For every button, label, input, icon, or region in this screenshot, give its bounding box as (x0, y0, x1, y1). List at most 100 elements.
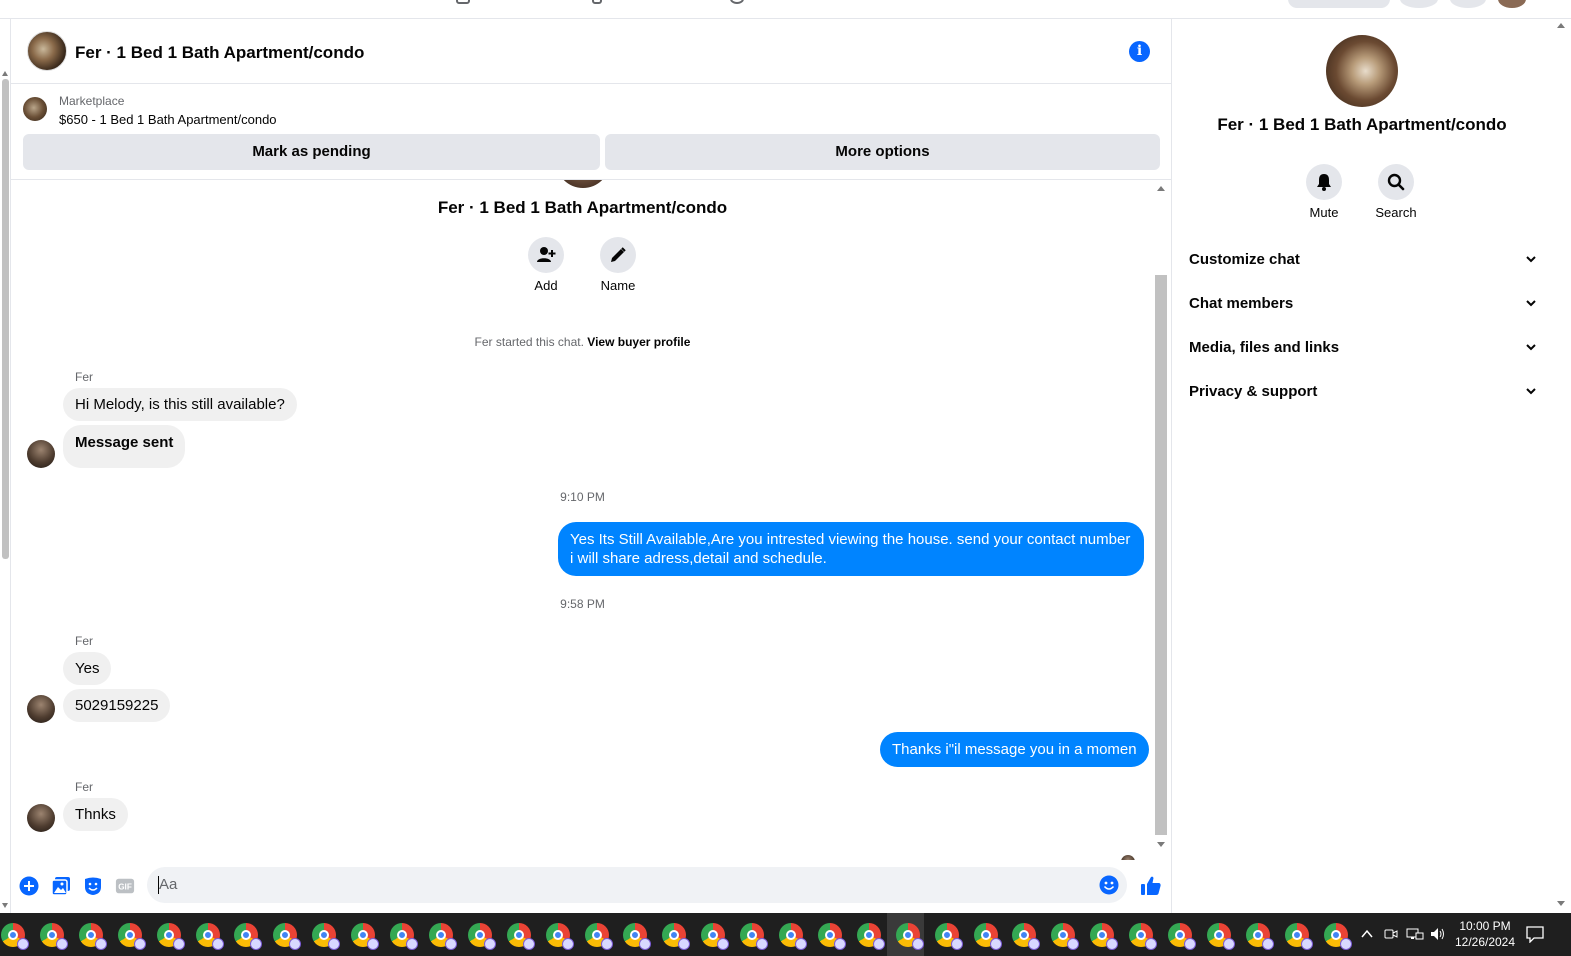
chrome-profile-icon[interactable] (1284, 923, 1313, 950)
profile-badge-icon (444, 938, 457, 950)
chrome-profile-icon[interactable] (701, 923, 730, 950)
plus-circle-icon[interactable] (19, 876, 39, 896)
chrome-profile-icon[interactable] (273, 923, 302, 950)
chrome-profile-icon[interactable] (779, 923, 807, 950)
incoming-message[interactable]: Thnks (63, 798, 128, 831)
home-icon[interactable] (456, 0, 470, 4)
network-icon[interactable] (1406, 927, 1424, 941)
chrome-profile-icon[interactable] (234, 923, 263, 950)
profile-badge-icon (94, 938, 107, 950)
add-person-button[interactable] (528, 237, 564, 273)
section-chat-members[interactable]: Chat members (1189, 289, 1541, 319)
listing-thumbnail[interactable] (23, 97, 47, 121)
section-customize-chat[interactable]: Customize chat (1189, 245, 1541, 275)
section-privacy-support[interactable]: Privacy & support (1189, 377, 1541, 407)
chrome-profile-icon[interactable] (934, 923, 963, 950)
left-scrollbar[interactable] (0, 19, 11, 913)
chrome-profile-icon[interactable] (1090, 923, 1119, 950)
chrome-profile-icon[interactable] (506, 923, 535, 950)
sender-avatar[interactable] (27, 695, 55, 723)
menu-icon[interactable] (1400, 0, 1438, 8)
info-icon[interactable]: i (1129, 41, 1150, 62)
chevron-up-icon[interactable] (1361, 929, 1373, 939)
scroll-thumb[interactable] (1155, 275, 1167, 835)
section-media-files-links[interactable]: Media, files and links (1189, 333, 1541, 363)
profile-badge-icon (1028, 938, 1041, 950)
incoming-message[interactable]: Hi Melody, is this still available? (63, 388, 297, 421)
incoming-message[interactable]: Yes (63, 652, 112, 685)
meet-now-icon[interactable] (1384, 927, 1398, 941)
scroll-up-arrow-icon[interactable] (1157, 186, 1165, 191)
thumbs-up-icon[interactable] (1139, 874, 1163, 898)
groups-icon[interactable] (730, 0, 744, 4)
chrome-profile-icon[interactable] (1051, 923, 1080, 950)
scroll-down-arrow-icon[interactable] (2, 903, 8, 908)
scroll-up-arrow-icon[interactable] (2, 71, 8, 76)
chrome-profile-icon[interactable] (1012, 923, 1041, 950)
mute-button[interactable] (1306, 164, 1342, 200)
profile-photo[interactable] (1326, 35, 1398, 107)
view-buyer-profile-link[interactable]: View buyer profile (587, 335, 690, 349)
messenger-icon[interactable] (1450, 0, 1486, 8)
video-icon[interactable] (592, 0, 602, 4)
chrome-profile-icon[interactable] (351, 923, 380, 950)
chrome-profile-icon[interactable] (662, 923, 691, 950)
nav-pill[interactable] (1288, 0, 1390, 8)
chrome-profile-icon[interactable] (973, 923, 1002, 950)
scroll-thumb[interactable] (2, 79, 9, 559)
volume-icon[interactable] (1430, 927, 1446, 941)
sticker-icon[interactable] (83, 876, 103, 896)
chrome-profile-icon[interactable] (78, 923, 107, 950)
chrome-profile-icon[interactable] (1168, 923, 1196, 950)
chrome-profile-icon[interactable] (1129, 923, 1158, 950)
chevron-down-icon (1526, 388, 1536, 395)
chrome-profile-icon[interactable] (545, 923, 574, 950)
chrome-profile-icon[interactable] (895, 923, 924, 950)
chrome-profile-icon[interactable] (856, 923, 885, 950)
sender-avatar[interactable] (27, 804, 55, 832)
gallery-icon[interactable] (51, 876, 71, 896)
incoming-message[interactable]: 5029159225 (63, 689, 171, 722)
scroll-down-arrow-icon[interactable] (1157, 842, 1165, 847)
chrome-profile-icon[interactable] (1206, 923, 1235, 950)
window-scrollbar[interactable] (1551, 19, 1571, 913)
outgoing-message[interactable]: Yes Its Still Available,Are you intreste… (558, 522, 1144, 576)
scroll-down-arrow-icon[interactable] (1557, 901, 1565, 906)
message-input-box[interactable] (147, 867, 1127, 903)
profile-avatar[interactable] (1498, 0, 1526, 8)
chrome-profile-icon[interactable] (117, 923, 146, 950)
chrome-profile-icon[interactable] (467, 923, 496, 950)
emoji-icon[interactable] (1099, 875, 1119, 900)
chrome-profile-icon[interactable] (817, 923, 846, 950)
system-clock[interactable]: 10:00 PM 12/26/2024 (1451, 918, 1519, 950)
profile-badge-icon (1339, 938, 1352, 950)
chrome-profile-icon[interactable] (39, 923, 68, 950)
chrome-profile-icon[interactable] (1245, 923, 1274, 950)
messages-scrollbar[interactable] (1154, 180, 1168, 860)
chrome-profile-icon[interactable] (390, 923, 418, 950)
incoming-message[interactable]: Message sent (63, 425, 186, 468)
chrome-profile-icon[interactable] (740, 923, 769, 950)
chat-title[interactable]: Fer · 1 Bed 1 Bath Apartment/condo (75, 43, 364, 63)
message-input[interactable] (159, 876, 1079, 893)
notification-icon[interactable] (1526, 925, 1544, 943)
chrome-profile-icon[interactable] (1323, 923, 1352, 950)
chrome-profile-icon[interactable] (195, 923, 224, 950)
scroll-up-arrow-icon[interactable] (1557, 23, 1565, 28)
outgoing-message[interactable]: Thanks i"il message you in a momen (880, 732, 1149, 767)
search-button[interactable] (1378, 164, 1414, 200)
chrome-profile-icon[interactable] (156, 923, 185, 950)
listing-title[interactable]: $650 - 1 Bed 1 Bath Apartment/condo (59, 112, 277, 127)
chrome-profile-icon[interactable] (623, 923, 652, 950)
mark-pending-button[interactable]: Mark as pending (23, 134, 600, 170)
timestamp: 9:58 PM (560, 597, 605, 611)
conversation-avatar[interactable] (27, 31, 67, 71)
more-options-button[interactable]: More options (605, 134, 1160, 170)
chrome-profile-icon[interactable] (584, 923, 613, 950)
chrome-profile-icon[interactable] (312, 923, 341, 950)
chrome-profile-icon[interactable] (428, 923, 457, 950)
gif-icon[interactable]: GIF (115, 876, 135, 896)
name-button[interactable] (600, 237, 636, 273)
chrome-profile-icon[interactable] (1, 923, 29, 950)
sender-avatar[interactable] (27, 440, 55, 468)
